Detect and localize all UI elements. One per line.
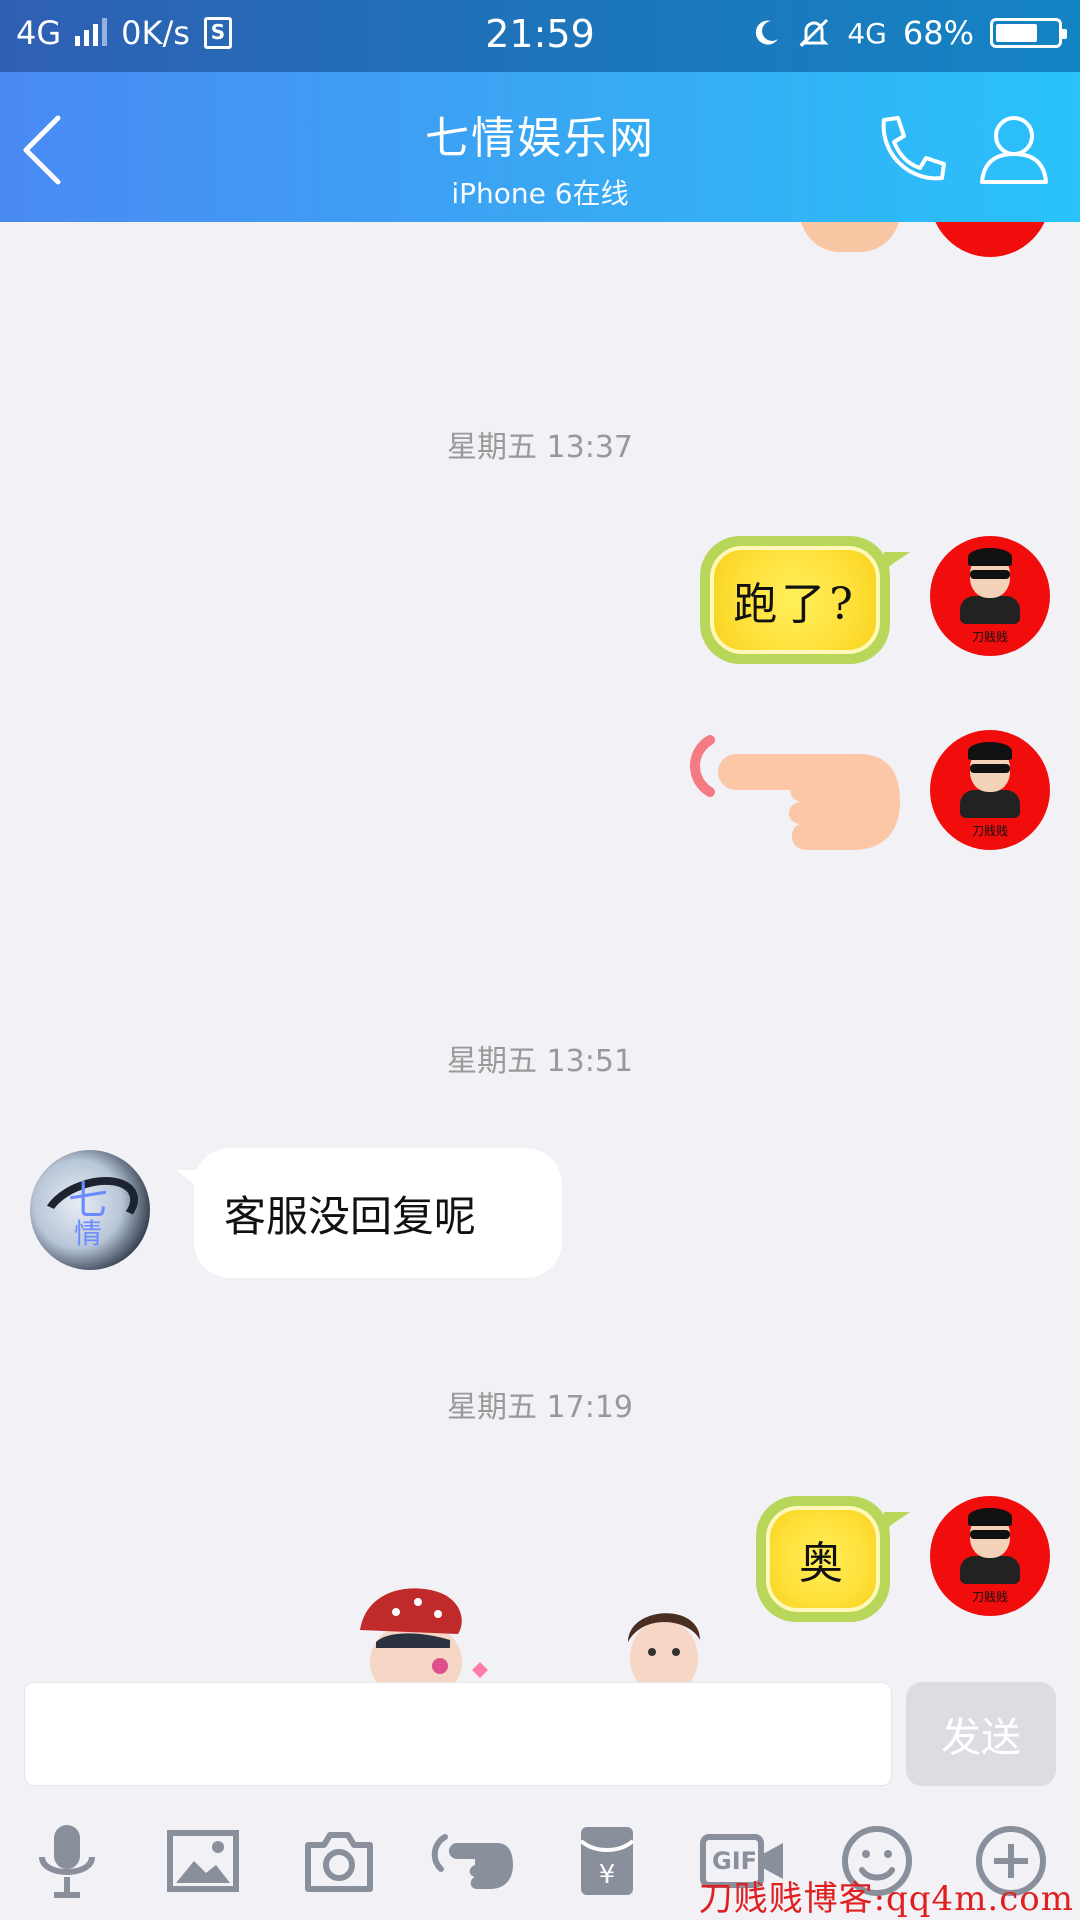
battery-icon <box>990 18 1067 48</box>
call-button[interactable] <box>870 110 950 190</box>
avatar[interactable]: 刀贱贱 <box>930 730 1050 850</box>
cartoon-boy-icon <box>628 1613 700 1682</box>
message-text: 奥 <box>766 1506 880 1612</box>
image-button[interactable] <box>160 1818 246 1904</box>
contact-avatar[interactable]: 七 情 <box>30 1150 150 1270</box>
send-button[interactable]: 发送 <box>906 1682 1056 1786</box>
input-row: 发送 <box>0 1682 1080 1794</box>
avatar-tag: 刀贱贱 <box>971 824 1008 838</box>
title-bar: 七情娱乐网 iPhone 6在线 <box>0 72 1080 222</box>
pointing-hand-icon <box>689 735 900 850</box>
poke-button[interactable] <box>430 1818 516 1904</box>
camera-icon <box>305 1832 373 1892</box>
image-icon <box>167 1830 239 1892</box>
camera-button[interactable] <box>296 1818 382 1904</box>
avatar-glyph: 情 <box>74 1217 103 1250</box>
avatar-tag: 刀贱贱 <box>971 630 1008 644</box>
bubble-tail <box>884 1512 910 1530</box>
red-packet-button[interactable]: ¥ <box>564 1818 650 1904</box>
poke-icon <box>431 1834 513 1889</box>
sticker-bubble[interactable]: 奥 <box>756 1496 890 1622</box>
message-text: 跑了? <box>710 546 880 654</box>
message-input[interactable] <box>24 1682 892 1786</box>
message-bubble[interactable]: 客服没回复呢 <box>194 1148 562 1278</box>
sticker-bubble[interactable]: 跑了? <box>700 536 890 664</box>
timestamp: 星期五 17:19 <box>447 1390 633 1425</box>
network-type-right: 4G <box>847 16 887 50</box>
poke-sticker[interactable] <box>688 732 908 852</box>
moon-icon <box>756 20 779 45</box>
message-text: 客服没回复呢 <box>224 1191 477 1241</box>
previous-sticker <box>800 222 900 252</box>
voice-button[interactable] <box>24 1818 110 1904</box>
profile-button[interactable] <box>976 110 1052 190</box>
avatar[interactable]: 刀贱贱 <box>930 536 1050 656</box>
person-icon <box>980 116 1048 184</box>
watermark: 刀贱贱博客:qq4m.com <box>698 1879 1074 1919</box>
microphone-icon <box>39 1825 95 1898</box>
timestamp: 星期五 13:51 <box>447 1044 633 1079</box>
cartoon-girl-icon <box>360 1588 488 1682</box>
avatar-tag: 刀贱贱 <box>971 1590 1008 1604</box>
battery-percent: 68% <box>902 14 974 52</box>
previous-avatar <box>930 222 1050 257</box>
chat-area[interactable]: 星期五 13:37 跑了? 刀贱贱 刀贱贱 星期五 13:51 七 情 客服没回… <box>0 222 1080 1682</box>
character-sticker-girl[interactable] <box>346 1582 496 1682</box>
bubble-tail <box>884 552 910 570</box>
character-sticker-boy[interactable] <box>614 1592 714 1682</box>
avatar[interactable]: 刀贱贱 <box>930 1496 1050 1616</box>
red-packet-icon: ¥ <box>579 1827 635 1895</box>
svg-text:¥: ¥ <box>599 1860 616 1890</box>
status-bar: 4G 0K/s S 21:59 4G 68% <box>0 0 1080 72</box>
timestamp: 星期五 13:37 <box>447 430 633 465</box>
phone-icon <box>881 116 946 181</box>
alarm-muted-icon <box>799 18 829 48</box>
